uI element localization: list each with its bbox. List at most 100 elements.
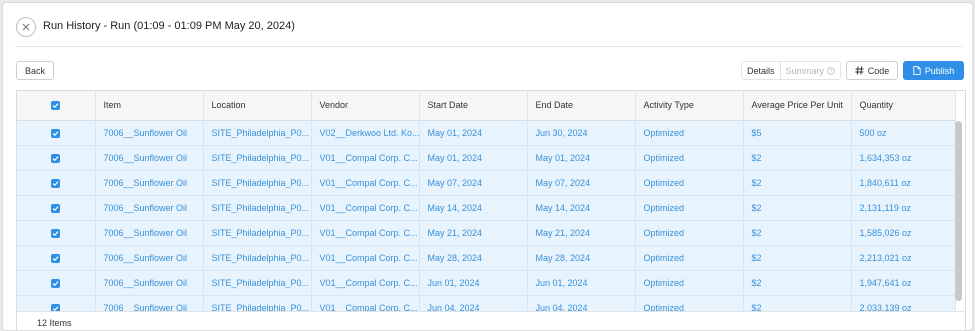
select-all-checkbox[interactable] xyxy=(17,91,96,121)
cell-end-date[interactable]: May 14, 2024 xyxy=(527,195,636,221)
column-header-location[interactable]: Location xyxy=(203,91,312,121)
row-checkbox[interactable] xyxy=(17,195,96,221)
cell-vendor[interactable]: V01__Compal Corp. C... xyxy=(311,195,420,221)
cell-activity-type[interactable]: Optimized xyxy=(635,120,744,146)
cell-item[interactable]: 7006__Sunflower Oil xyxy=(95,195,204,221)
details-tab-label: Details xyxy=(747,65,775,76)
code-button-label: Code xyxy=(867,65,890,76)
publish-button[interactable]: Publish xyxy=(903,61,964,80)
cell-item[interactable]: 7006__Sunflower Oil xyxy=(95,170,204,196)
cell-quantity[interactable]: 2,131,119 oz xyxy=(851,195,956,221)
cell-end-date[interactable]: May 21, 2024 xyxy=(527,220,636,246)
cell-vendor[interactable]: V01__Compal Corp. C... xyxy=(311,170,420,196)
cell-average-price[interactable]: $2 xyxy=(743,195,852,221)
cell-start-date[interactable]: Jun 01, 2024 xyxy=(419,270,528,296)
back-button[interactable]: Back xyxy=(16,61,54,80)
cell-item[interactable]: 7006__Sunflower Oil xyxy=(95,145,204,171)
cell-quantity[interactable]: 1,840,611 oz xyxy=(851,170,956,196)
cell-location[interactable]: SITE_Philadelphia_P0... xyxy=(203,145,312,171)
check-icon xyxy=(52,155,59,161)
cell-end-date[interactable]: May 01, 2024 xyxy=(527,145,636,171)
cell-average-price[interactable]: $2 xyxy=(743,245,852,271)
cell-end-date[interactable]: May 28, 2024 xyxy=(527,245,636,271)
table-row[interactable]: 7006__Sunflower Oil SITE_Philadelphia_P0… xyxy=(17,170,956,196)
table-row[interactable]: 7006__Sunflower Oil SITE_Philadelphia_P0… xyxy=(17,145,956,171)
cell-quantity[interactable]: 1,585,026 oz xyxy=(851,220,956,246)
column-header-vendor[interactable]: Vendor xyxy=(311,91,420,121)
column-header-end-date[interactable]: End Date xyxy=(527,91,636,121)
column-header-average-price[interactable]: Average Price Per Unit xyxy=(743,91,852,121)
row-check xyxy=(51,153,61,163)
row-checkbox[interactable] xyxy=(17,245,96,271)
cell-location[interactable]: SITE_Philadelphia_P0... xyxy=(203,245,312,271)
table-row[interactable]: 7006__Sunflower Oil SITE_Philadelphia_P0… xyxy=(17,220,956,246)
cell-average-price[interactable]: $2 xyxy=(743,145,852,171)
table-footer: 12 Items xyxy=(17,311,965,330)
cell-quantity[interactable]: 1,947,641 oz xyxy=(851,270,956,296)
table-row[interactable]: 7006__Sunflower Oil SITE_Philadelphia_P0… xyxy=(17,270,956,296)
cell-item[interactable]: 7006__Sunflower Oil xyxy=(95,245,204,271)
cell-activity-type[interactable]: Optimized xyxy=(635,195,744,221)
cell-vendor[interactable]: V01__Compal Corp. C... xyxy=(311,220,420,246)
code-button[interactable]: Code xyxy=(846,61,898,80)
run-results-table: Item Location Vendor Start Date End Date… xyxy=(16,90,966,330)
row-checkbox[interactable] xyxy=(17,220,96,246)
summary-tab-label: Summary xyxy=(785,65,825,76)
column-header-item[interactable]: Item xyxy=(95,91,204,121)
cell-end-date[interactable]: Jun 30, 2024 xyxy=(527,120,636,146)
cell-location[interactable]: SITE_Philadelphia_P0... xyxy=(203,195,312,221)
select-all-check xyxy=(51,101,61,111)
column-header-activity-type[interactable]: Activity Type xyxy=(635,91,744,121)
close-button[interactable] xyxy=(16,17,36,37)
cell-vendor[interactable]: V01__Compal Corp. C... xyxy=(311,270,420,296)
row-checkbox[interactable] xyxy=(17,120,96,146)
publish-button-label: Publish xyxy=(924,65,955,76)
cell-start-date[interactable]: May 01, 2024 xyxy=(419,120,528,146)
cell-vendor[interactable]: V01__Compal Corp. C... xyxy=(311,145,420,171)
cell-activity-type[interactable]: Optimized xyxy=(635,170,744,196)
column-header-quantity[interactable]: Quantity xyxy=(851,91,956,121)
cell-item[interactable]: 7006__Sunflower Oil xyxy=(95,270,204,296)
row-checkbox[interactable] xyxy=(17,170,96,196)
cell-location[interactable]: SITE_Philadelphia_P0... xyxy=(203,170,312,196)
cell-average-price[interactable]: $2 xyxy=(743,270,852,296)
cell-activity-type[interactable]: Optimized xyxy=(635,220,744,246)
cell-quantity[interactable]: 500 oz xyxy=(851,120,956,146)
column-header-start-date[interactable]: Start Date xyxy=(419,91,528,121)
view-toggle: Details Summary ? xyxy=(741,61,842,80)
cell-average-price[interactable]: $5 xyxy=(743,120,852,146)
table-row[interactable]: 7006__Sunflower Oil SITE_Philadelphia_P0… xyxy=(17,120,956,146)
cell-start-date[interactable]: May 07, 2024 xyxy=(419,170,528,196)
row-checkbox[interactable] xyxy=(17,270,96,296)
cell-quantity[interactable]: 2,213,021 oz xyxy=(851,245,956,271)
summary-tab[interactable]: Summary ? xyxy=(781,62,841,79)
cell-start-date[interactable]: May 21, 2024 xyxy=(419,220,528,246)
cell-average-price[interactable]: $2 xyxy=(743,170,852,196)
cell-location[interactable]: SITE_Philadelphia_P0... xyxy=(203,120,312,146)
cell-vendor[interactable]: V02__Derkwoo Ltd. Ko... xyxy=(311,120,420,146)
table-row[interactable]: 7006__Sunflower Oil SITE_Philadelphia_P0… xyxy=(17,195,956,221)
cell-average-price[interactable]: $2 xyxy=(743,220,852,246)
cell-item[interactable]: 7006__Sunflower Oil xyxy=(95,220,204,246)
cell-activity-type[interactable]: Optimized xyxy=(635,270,744,296)
hash-icon xyxy=(855,66,864,75)
cell-start-date[interactable]: May 01, 2024 xyxy=(419,145,528,171)
cell-location[interactable]: SITE_Philadelphia_P0... xyxy=(203,220,312,246)
item-count: 12 Items xyxy=(37,317,72,328)
cell-start-date[interactable]: May 14, 2024 xyxy=(419,195,528,221)
cell-start-date[interactable]: May 28, 2024 xyxy=(419,245,528,271)
cell-location[interactable]: SITE_Philadelphia_P0... xyxy=(203,270,312,296)
row-checkbox[interactable] xyxy=(17,145,96,171)
details-tab[interactable]: Details xyxy=(742,62,781,79)
cell-activity-type[interactable]: Optimized xyxy=(635,145,744,171)
table-row[interactable]: 7006__Sunflower Oil SITE_Philadelphia_P0… xyxy=(17,245,956,271)
cell-activity-type[interactable]: Optimized xyxy=(635,245,744,271)
cell-end-date[interactable]: Jun 01, 2024 xyxy=(527,270,636,296)
table-scrollbar[interactable] xyxy=(955,121,962,301)
cell-quantity[interactable]: 1,634,353 oz xyxy=(851,145,956,171)
cell-item[interactable]: 7006__Sunflower Oil xyxy=(95,120,204,146)
check-icon xyxy=(52,205,59,211)
row-check xyxy=(51,228,61,238)
cell-vendor[interactable]: V01__Compal Corp. C... xyxy=(311,245,420,271)
cell-end-date[interactable]: May 07, 2024 xyxy=(527,170,636,196)
